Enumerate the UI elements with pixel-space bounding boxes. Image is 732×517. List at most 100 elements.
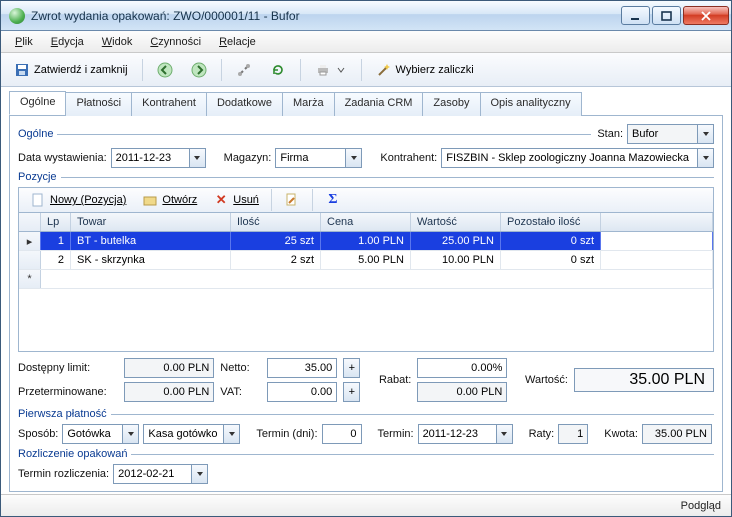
magazyn-label: Magazyn: bbox=[224, 152, 272, 164]
termin-input[interactable] bbox=[418, 424, 496, 444]
sum-button[interactable]: Σ bbox=[318, 188, 348, 212]
date-label: Data wystawienia: bbox=[18, 152, 107, 164]
raty-input[interactable] bbox=[558, 424, 588, 444]
overdue-value: 0.00 PLN bbox=[124, 382, 214, 402]
new-row-icon: * bbox=[19, 270, 41, 288]
row-indicator-icon: ▸ bbox=[19, 232, 41, 250]
sposob-label: Sposób: bbox=[18, 428, 58, 440]
rabat-value: 0.00 PLN bbox=[417, 382, 507, 402]
settlement-termin-dropdown[interactable] bbox=[191, 464, 208, 484]
table-row-new[interactable]: * bbox=[19, 270, 713, 289]
arrow-right-icon bbox=[191, 62, 207, 78]
settlement-termin-input[interactable] bbox=[113, 464, 191, 484]
tab-ogolne[interactable]: Ogólne bbox=[9, 91, 66, 115]
preview-link[interactable]: Podgląd bbox=[681, 500, 721, 512]
termin-dni-input[interactable] bbox=[322, 424, 362, 444]
raty-label: Raty: bbox=[529, 428, 555, 440]
kwota-label: Kwota: bbox=[604, 428, 638, 440]
new-position-button[interactable]: Nowy (Pozycja) bbox=[23, 188, 133, 212]
tab-opis-analityczny[interactable]: Opis analityczny bbox=[480, 92, 582, 116]
wartosc-value: 35.00 PLN bbox=[574, 368, 714, 392]
app-icon bbox=[9, 8, 25, 24]
wand-icon bbox=[376, 62, 392, 78]
tab-zadania-crm[interactable]: Zadania CRM bbox=[334, 92, 424, 116]
magazyn-input[interactable] bbox=[275, 148, 345, 168]
menu-edycja[interactable]: Edycja bbox=[43, 34, 92, 50]
group-settlement-label: Rozliczenie opakowań bbox=[18, 448, 131, 460]
positions-grid[interactable]: Lp Towar Ilość Cena Wartość Pozostało il… bbox=[18, 213, 714, 352]
date-dropdown[interactable] bbox=[189, 148, 206, 168]
col-towar[interactable]: Towar bbox=[71, 213, 231, 231]
col-pozostalo[interactable]: Pozostało ilość bbox=[501, 213, 601, 231]
open-icon bbox=[142, 192, 158, 208]
delete-position-button[interactable]: ✕Usuń bbox=[206, 188, 266, 212]
limit-label: Dostępny limit: bbox=[18, 362, 118, 374]
open-position-button[interactable]: Otwórz bbox=[135, 188, 204, 212]
status-bar: Podgląd bbox=[1, 494, 731, 516]
select-advances-button[interactable]: Wybierz zaliczki bbox=[369, 58, 481, 82]
tab-zasoby[interactable]: Zasoby bbox=[422, 92, 480, 116]
kontrahent-label: Kontrahent: bbox=[380, 152, 437, 164]
netto-label: Netto: bbox=[220, 362, 261, 374]
kasa-dropdown[interactable] bbox=[223, 424, 240, 444]
stan-dropdown[interactable] bbox=[697, 124, 714, 144]
nav-fwd-button[interactable] bbox=[184, 58, 214, 82]
title-bar[interactable]: Zwrot wydania opakowań: ZWO/000001/11 - … bbox=[1, 1, 731, 31]
wartosc-label: Wartość: bbox=[525, 374, 568, 386]
confirm-close-label: Zatwierdź i zamknij bbox=[34, 64, 128, 76]
minimize-button[interactable] bbox=[621, 6, 650, 25]
kontrahent-dropdown[interactable] bbox=[697, 148, 714, 168]
tools-button[interactable] bbox=[229, 58, 259, 82]
netto-value[interactable]: 35.00 bbox=[267, 358, 337, 378]
sposob-input[interactable] bbox=[62, 424, 122, 444]
date-input[interactable] bbox=[111, 148, 189, 168]
confirm-close-button[interactable]: Zatwierdź i zamknij bbox=[7, 58, 135, 82]
table-row[interactable]: ▸ 1 BT - butelka 25 szt 1.00 PLN 25.00 P… bbox=[19, 232, 713, 251]
kontrahent-input[interactable] bbox=[441, 148, 697, 168]
col-rowmark bbox=[19, 213, 41, 231]
col-lp[interactable]: Lp bbox=[41, 213, 71, 231]
group-payment-label: Pierwsza płatność bbox=[18, 408, 111, 420]
table-row[interactable]: 2 SK - skrzynka 2 szt 5.00 PLN 10.00 PLN… bbox=[19, 251, 713, 270]
tab-strip: Ogólne Płatności Kontrahent Dodatkowe Ma… bbox=[9, 91, 723, 116]
delete-icon: ✕ bbox=[213, 192, 229, 208]
stan-value[interactable] bbox=[627, 124, 697, 144]
rabat-pct[interactable]: 0.00% bbox=[417, 358, 507, 378]
menu-czynnosci[interactable]: Czynności bbox=[142, 34, 209, 50]
termin-label: Termin: bbox=[378, 428, 414, 440]
nav-back-button[interactable] bbox=[150, 58, 180, 82]
col-cena[interactable]: Cena bbox=[321, 213, 411, 231]
magazyn-dropdown[interactable] bbox=[345, 148, 362, 168]
select-advances-label: Wybierz zaliczki bbox=[396, 64, 474, 76]
vat-value[interactable]: 0.00 bbox=[267, 382, 337, 402]
app-window: Zwrot wydania opakowań: ZWO/000001/11 - … bbox=[0, 0, 732, 517]
sposob-dropdown[interactable] bbox=[122, 424, 139, 444]
kasa-input[interactable] bbox=[143, 424, 223, 444]
menu-relacje[interactable]: Relacje bbox=[211, 34, 264, 50]
close-button[interactable] bbox=[683, 6, 729, 25]
termin-dropdown[interactable] bbox=[496, 424, 513, 444]
tab-platnosci[interactable]: Płatności bbox=[65, 92, 132, 116]
edit-button[interactable] bbox=[277, 188, 307, 212]
tab-kontrahent[interactable]: Kontrahent bbox=[131, 92, 207, 116]
tab-dodatkowe[interactable]: Dodatkowe bbox=[206, 92, 283, 116]
tab-marza[interactable]: Marża bbox=[282, 92, 335, 116]
termin-dni-label: Termin (dni): bbox=[256, 428, 317, 440]
print-icon bbox=[315, 62, 331, 78]
vat-plus-button[interactable]: + bbox=[343, 382, 360, 402]
stan-label: Stan: bbox=[597, 128, 623, 140]
col-wartosc[interactable]: Wartość bbox=[411, 213, 501, 231]
toolbar: Zatwierdź i zamknij Wybierz zaliczki bbox=[1, 53, 731, 87]
menu-widok[interactable]: Widok bbox=[94, 34, 141, 50]
maximize-button[interactable] bbox=[652, 6, 681, 25]
netto-plus-button[interactable]: + bbox=[343, 358, 360, 378]
refresh-button[interactable] bbox=[263, 58, 293, 82]
col-ilosc[interactable]: Ilość bbox=[231, 213, 321, 231]
menu-plik[interactable]: Plik bbox=[7, 34, 41, 50]
new-doc-icon bbox=[30, 192, 46, 208]
save-icon bbox=[14, 62, 30, 78]
refresh-icon bbox=[270, 62, 286, 78]
settlement-termin-label: Termin rozliczenia: bbox=[18, 468, 109, 480]
print-button[interactable] bbox=[308, 58, 354, 82]
kwota-input[interactable] bbox=[642, 424, 712, 444]
